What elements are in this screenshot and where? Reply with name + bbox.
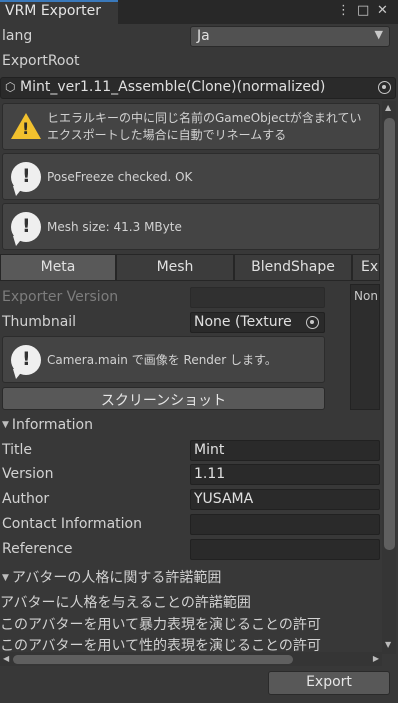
window-titlebar: VRM Exporter ⋮ □ ✕ [0, 0, 398, 24]
thumbnail-value: None (Texture [194, 314, 292, 330]
object-picker-icon[interactable] [306, 316, 319, 329]
object-picker-icon[interactable] [378, 81, 391, 94]
thumbnail-label: Thumbnail [2, 314, 77, 330]
title-field[interactable]: Mint [190, 440, 380, 461]
scroll-up-icon[interactable]: ▲ [385, 103, 391, 112]
foldout-expanded-icon: ▼ [2, 573, 9, 583]
tab-blendshape[interactable]: BlendShape [234, 254, 352, 281]
tab-meta[interactable]: Meta [0, 254, 116, 281]
warning-message-line2: エクスポートした場合に自動でリネームする [47, 128, 287, 142]
version-label: Version [2, 466, 54, 482]
tab-expression[interactable]: Ex [352, 254, 380, 281]
info-icon [11, 345, 41, 379]
gameobject-cube-icon: ⬡ [5, 80, 16, 94]
export-root-field[interactable]: ⬡ Mint_ver1.11_Assemble(Clone)(normalize… [0, 77, 396, 99]
thumbnail-helpbox: Camera.main で画像を Render します。 [2, 336, 325, 383]
warning-icon [11, 113, 41, 139]
permission-header: アバターの人格に関する許諾範囲 [11, 570, 222, 586]
reference-label: Reference [2, 541, 73, 557]
meta-tab-bar: Meta Mesh BlendShape Ex [0, 254, 380, 281]
scroll-down-icon[interactable]: ▼ [385, 640, 391, 649]
author-label: Author [2, 491, 50, 507]
close-icon[interactable]: ✕ [377, 3, 388, 18]
screenshot-button[interactable]: スクリーンショット [2, 387, 325, 410]
warning-helpbox: ヒエラルキーの中に同じ名前のGameObjectが含まれてい エクスポートした場… [2, 103, 380, 150]
author-field[interactable]: YUSAMA [190, 489, 380, 510]
exporter-version-field [190, 287, 325, 308]
window-title: VRM Exporter [5, 3, 102, 19]
posefreeze-helpbox: PoseFreeze checked. OK [2, 153, 380, 200]
export-root-value: Mint_ver1.11_Assemble(Clone)(normalized) [20, 79, 326, 95]
version-field[interactable]: 1.11 [190, 464, 380, 485]
dropdown-arrow-icon: ▼ [374, 28, 383, 41]
contact-information-label: Contact Information [2, 516, 142, 532]
permission-foldout[interactable]: ▼ アバターの人格に関する許諾範囲 [2, 567, 221, 587]
exporter-version-label: Exporter Version [2, 289, 119, 305]
info-icon [11, 212, 41, 246]
thumbnail-field[interactable]: None (Texture [190, 312, 325, 333]
tab-mesh[interactable]: Mesh [116, 254, 234, 281]
lang-dropdown[interactable]: Ja ▼ [190, 26, 390, 47]
scroll-right-icon[interactable]: ▶ [373, 654, 379, 663]
window-tab[interactable]: VRM Exporter [0, 0, 118, 24]
thumbnail-preview: Non [350, 284, 380, 410]
foldout-expanded-icon: ▼ [2, 420, 9, 430]
permission-line-2: このアバターを用いて暴力表現を演じることの許可 [0, 617, 321, 633]
reference-field[interactable] [190, 539, 380, 560]
posefreeze-message: PoseFreeze checked. OK [47, 170, 193, 184]
mesh-size-message: Mesh size: 41.3 MByte [47, 220, 182, 234]
info-icon [11, 162, 41, 196]
maximize-icon[interactable]: □ [357, 3, 369, 18]
warning-message-line1: ヒエラルキーの中に同じ名前のGameObjectが含まれてい [47, 111, 362, 125]
title-label: Title [2, 442, 33, 458]
contact-information-field[interactable] [190, 514, 380, 535]
export-button[interactable]: Export [268, 671, 390, 695]
lang-label: lang [2, 28, 33, 44]
information-foldout[interactable]: ▼ Information [2, 417, 93, 433]
thumbnail-help-message: Camera.main で画像を Render します。 [47, 353, 277, 367]
vertical-scroll-thumb[interactable] [384, 118, 395, 550]
horizontal-scrollbar[interactable]: ◀ ▶ [0, 652, 382, 666]
kebab-menu-icon[interactable]: ⋮ [337, 3, 350, 18]
permission-line-1: アバターに人格を与えることの許諾範囲 [0, 595, 251, 611]
horizontal-scroll-thumb[interactable] [13, 655, 293, 664]
mesh-size-helpbox: Mesh size: 41.3 MByte [2, 203, 380, 250]
scroll-left-icon[interactable]: ◀ [3, 654, 9, 663]
information-header: Information [11, 417, 93, 433]
thumbnail-preview-text: Non [354, 289, 378, 303]
lang-value: Ja [197, 28, 210, 44]
export-root-label: ExportRoot [2, 53, 80, 69]
